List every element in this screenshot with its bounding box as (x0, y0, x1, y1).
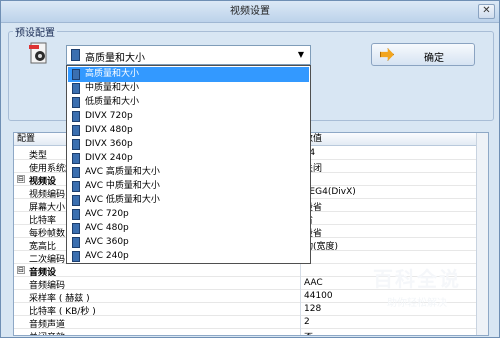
preset-option-label: DIVX 720p (85, 111, 133, 121)
film-icon (72, 111, 80, 122)
preset-selected-value: 高质量和大小 (85, 53, 145, 64)
preset-option-label: 高质量和大小 (85, 69, 140, 79)
preset-option[interactable]: DIVX 240p (68, 151, 309, 166)
vertical-scrollbar[interactable] (476, 133, 488, 335)
collapse-icon[interactable]: ⊟ (17, 175, 25, 183)
collapse-icon[interactable]: ⊟ (17, 266, 25, 274)
grid-row-value: 2 (304, 317, 310, 327)
video-file-icon (29, 42, 47, 64)
preset-option-label: AVC 720p (85, 209, 129, 219)
preset-option-label: AVC 480p (85, 223, 129, 233)
preset-option[interactable]: 中质量和大小 (68, 81, 309, 96)
preset-option-label: DIVX 240p (85, 153, 133, 163)
column-header-value[interactable]: 数值 (301, 133, 478, 146)
window-title: 视频设置 (230, 6, 270, 17)
grid-row[interactable]: 关闭音效 否 (14, 329, 488, 335)
video-settings-window: 视频设置 ✕ 预设配置 高质量和大小 ▼ 确定 配置 数值 类型P4使用系统解关… (0, 0, 500, 338)
preset-select[interactable]: 高质量和大小 ▼ (66, 45, 311, 65)
preset-option[interactable]: AVC 高质量和大小 (68, 165, 309, 180)
film-icon (72, 195, 80, 206)
arrow-right-icon (380, 48, 394, 61)
preset-group-label: 预设配置 (13, 24, 57, 39)
preset-option[interactable]: 低质量和大小 (68, 95, 309, 110)
preset-option-label: AVC 中质量和大小 (85, 181, 160, 191)
preset-option-label: DIVX 480p (85, 125, 133, 135)
film-icon (72, 223, 80, 234)
preset-option[interactable]: DIVX 720p (68, 109, 309, 124)
preset-option[interactable]: AVC 360p (68, 235, 309, 250)
preset-option[interactable]: AVC 240p (68, 249, 309, 264)
grid-row-value: 128 (304, 304, 322, 314)
watermark-subtitle: 助你轻松解决 (387, 298, 447, 309)
grid-row-value: 否 (304, 330, 313, 335)
grid-row[interactable]: 音频声道 2 (14, 316, 488, 330)
preset-option-label: DIVX 360p (85, 139, 133, 149)
chevron-down-icon[interactable]: ▼ (294, 48, 308, 62)
watermark: 百科全说 助你轻松解决 (357, 263, 477, 313)
preset-option-label: AVC 360p (85, 237, 129, 247)
close-button[interactable]: ✕ (478, 4, 495, 19)
preset-option-label: AVC 低质量和大小 (85, 195, 160, 205)
preset-option[interactable]: AVC 中质量和大小 (68, 179, 309, 194)
film-icon (72, 69, 80, 80)
film-icon (72, 237, 80, 248)
preset-option[interactable]: AVC 720p (68, 207, 309, 222)
preset-option-label: 低质量和大小 (85, 97, 140, 107)
grid-row-value: 44100 (304, 291, 333, 301)
film-icon (72, 251, 80, 262)
film-icon (72, 209, 80, 220)
film-icon (72, 153, 80, 164)
film-icon (72, 167, 80, 178)
film-icon (71, 49, 80, 61)
preset-option[interactable]: 高质量和大小 (68, 67, 309, 82)
watermark-title: 百科全说 (373, 267, 461, 291)
preset-option[interactable]: DIVX 480p (68, 123, 309, 138)
title-bar: 视频设置 ✕ (1, 1, 499, 23)
film-icon (72, 83, 80, 94)
preset-option-label: AVC 240p (85, 251, 129, 261)
preset-option-label: 中质量和大小 (85, 83, 140, 93)
ok-button-label: 确定 (424, 53, 444, 64)
grid-row-value: PEG4(DivX) (304, 187, 356, 197)
preset-option[interactable]: AVC 480p (68, 221, 309, 236)
preset-option-label: AVC 高质量和大小 (85, 167, 160, 177)
grid-row-key: 关闭音效 (29, 330, 65, 335)
film-icon (72, 125, 80, 136)
preset-option[interactable]: DIVX 360p (68, 137, 309, 152)
grid-row-value: AAC (304, 278, 323, 288)
film-icon (72, 139, 80, 150)
film-icon (72, 181, 80, 192)
film-icon (72, 97, 80, 108)
ok-button[interactable]: 确定 (371, 43, 475, 66)
preset-dropdown-list: 高质量和大小 中质量和大小 低质量和大小 DIVX 720p DIVX 480p DIVX… (66, 65, 311, 264)
preset-option[interactable]: AVC 低质量和大小 (68, 193, 309, 208)
